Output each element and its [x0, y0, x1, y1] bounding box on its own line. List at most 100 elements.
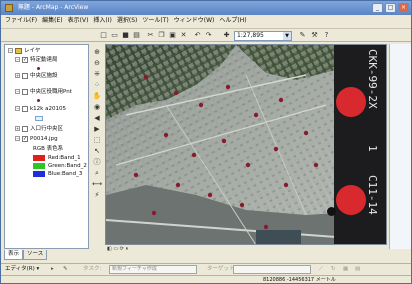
tab-display[interactable]: 表示	[4, 250, 24, 260]
chevron-down-icon[interactable]: ▼	[283, 32, 291, 40]
zoom-out-icon[interactable]: ⊖	[92, 59, 102, 68]
full-extent-icon[interactable]: ◉	[92, 103, 102, 112]
whats-this-icon[interactable]: ?	[322, 31, 331, 40]
fixed-zoom-in-icon[interactable]: ⁜	[92, 70, 102, 79]
point-feature-marker[interactable]	[245, 162, 251, 168]
point-feature-marker[interactable]	[198, 102, 204, 108]
map-scale-select[interactable]: 1:27,895 ▼	[234, 31, 292, 41]
find-icon[interactable]: ⌕	[92, 169, 102, 178]
expand-icon[interactable]: +	[15, 126, 20, 131]
split-tool-icon[interactable]: ⟋	[319, 264, 323, 275]
select-elements-icon[interactable]: ↖	[92, 147, 102, 156]
layout-view-icon[interactable]: ▭	[113, 246, 118, 252]
point-feature-marker[interactable]	[239, 202, 245, 208]
open-icon[interactable]: ▭	[110, 31, 119, 40]
delete-icon[interactable]: ✕	[179, 31, 188, 40]
menu-view[interactable]: 表示(V)	[68, 15, 89, 27]
expand-icon[interactable]: −	[15, 89, 20, 94]
menu-tools[interactable]: ツール(T)	[142, 15, 168, 27]
undo-icon[interactable]: ↶	[193, 31, 202, 40]
sketch-properties-icon[interactable]: ▤	[355, 264, 360, 275]
cut-icon[interactable]: ✂	[146, 31, 155, 40]
refresh-icon[interactable]: ⟳	[120, 246, 124, 252]
map-view[interactable]: CKK-99-2X 1 C11-14	[105, 44, 387, 245]
point-feature-marker[interactable]	[151, 210, 157, 216]
toc-layer-3[interactable]: − k12k a20105	[15, 105, 66, 114]
maximize-button[interactable]: □	[385, 3, 396, 13]
layer-visibility-checkbox[interactable]	[22, 105, 28, 112]
point-feature-marker[interactable]	[173, 90, 179, 96]
menu-window[interactable]: ウィンドウ(W)	[174, 15, 215, 27]
point-feature-marker[interactable]	[283, 182, 289, 188]
zoom-in-icon[interactable]: ⊕	[92, 48, 102, 57]
menu-help[interactable]: ヘルプ(H)	[219, 15, 246, 27]
point-feature-marker[interactable]	[163, 132, 169, 138]
toc-layer-4[interactable]: + 入口行中央区	[15, 125, 63, 134]
toc-layer-0[interactable]: − 特定動達局	[15, 56, 58, 65]
layer-visibility-checkbox[interactable]	[22, 135, 28, 142]
expand-icon[interactable]: −	[15, 57, 20, 62]
close-button[interactable]: ×	[398, 3, 409, 13]
fixed-zoom-out-icon[interactable]: ⁘	[92, 81, 102, 90]
forward-extent-icon[interactable]: ▶	[92, 125, 102, 134]
select-features-icon[interactable]: ⬚	[92, 136, 102, 145]
expand-icon[interactable]: −	[15, 106, 20, 111]
target-label: ターゲット:	[207, 266, 237, 272]
point-feature-marker[interactable]	[221, 138, 227, 144]
attributes-icon[interactable]: ▦	[343, 264, 348, 275]
arctoolbox-icon[interactable]: ⚒	[310, 31, 319, 40]
pan-icon[interactable]: ✋	[92, 92, 102, 101]
point-feature-marker[interactable]	[225, 84, 231, 90]
target-select[interactable]	[233, 265, 311, 274]
edit-tool-icon[interactable]: ▸	[51, 264, 54, 275]
toc-layer-label: 特定動達局	[30, 57, 58, 63]
add-data-icon[interactable]: ✚	[222, 31, 231, 40]
editor-toolbar-icon[interactable]: ✎	[298, 31, 307, 40]
point-feature-marker[interactable]	[143, 74, 149, 80]
task-select-value: 新規フィーチャ作成	[112, 266, 157, 272]
layer-visibility-checkbox[interactable]	[22, 72, 28, 79]
task-select[interactable]: 新規フィーチャ作成	[109, 265, 197, 274]
hyperlink-icon[interactable]: ⚡	[92, 191, 102, 200]
layer-visibility-checkbox[interactable]	[22, 125, 28, 132]
point-feature-marker[interactable]	[303, 130, 309, 136]
layer-visibility-checkbox[interactable]	[22, 88, 28, 95]
point-feature-marker[interactable]	[278, 97, 284, 103]
point-feature-marker[interactable]	[175, 182, 181, 188]
point-feature-marker[interactable]	[253, 112, 259, 118]
redo-icon[interactable]: ↷	[204, 31, 213, 40]
point-feature-marker[interactable]	[273, 146, 279, 152]
identify-icon[interactable]: ⓘ	[92, 158, 102, 167]
point-feature-marker[interactable]	[313, 162, 319, 168]
toc-layer-5[interactable]: − P0014.jpg	[15, 135, 58, 144]
back-extent-icon[interactable]: ◀	[92, 114, 102, 123]
pause-icon[interactable]: ⏸	[125, 246, 128, 252]
data-view-icon[interactable]: ◧	[107, 246, 112, 252]
editor-menu-button[interactable]: エディタ(R) ▾	[5, 264, 39, 275]
point-feature-marker[interactable]	[263, 224, 269, 230]
layer-visibility-checkbox[interactable]	[22, 56, 28, 63]
measure-icon[interactable]: ⟷	[92, 180, 102, 189]
collapse-icon[interactable]: −	[15, 136, 20, 141]
menu-selection[interactable]: 選択(S)	[117, 15, 138, 27]
expand-icon[interactable]: +	[15, 73, 20, 78]
print-icon[interactable]: ▤	[132, 31, 141, 40]
menu-edit[interactable]: 編集(E)	[42, 15, 62, 27]
menu-insert[interactable]: 挿入(I)	[93, 15, 111, 27]
toc-layer-1[interactable]: + 中央区施設	[15, 72, 58, 81]
save-icon[interactable]: ■	[121, 31, 130, 40]
point-feature-marker[interactable]	[191, 152, 197, 158]
minimize-button[interactable]: _	[372, 3, 383, 13]
menu-file[interactable]: ファイル(F)	[5, 15, 37, 27]
toc-root-layers[interactable]: − レイヤ	[8, 47, 40, 56]
toc-layer-2[interactable]: − 中央区役職用Pnt	[15, 88, 72, 97]
point-feature-marker[interactable]	[133, 172, 139, 178]
paste-icon[interactable]: ▣	[168, 31, 177, 40]
point-feature-marker[interactable]	[207, 192, 213, 198]
tab-source[interactable]: ソース	[23, 250, 48, 260]
new-document-icon[interactable]: □	[99, 31, 108, 40]
sketch-tool-icon[interactable]: ✎	[63, 264, 68, 275]
collapse-icon[interactable]: −	[8, 48, 13, 53]
rotate-tool-icon[interactable]: ↻	[331, 264, 336, 275]
copy-icon[interactable]: ❐	[157, 31, 166, 40]
